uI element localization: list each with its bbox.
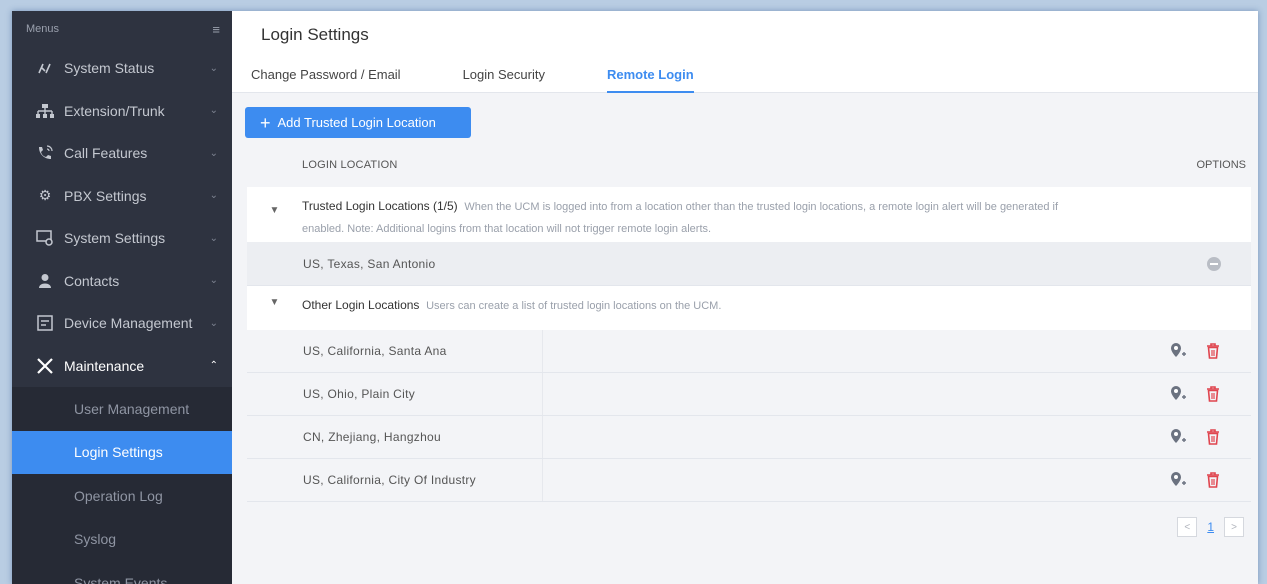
delete-trash-icon[interactable] [1205,342,1221,360]
page-number[interactable]: 1 [1207,520,1214,534]
network-icon [34,103,56,119]
sidebar-item-label: Call Features [64,145,148,162]
caret-down-icon[interactable]: ▼ [247,295,302,321]
sidebar-item-device-management[interactable]: Device Management ⌄ [12,302,232,345]
sidebar: Menus ≡ System Status ⌄ Extension/Trunk … [12,11,232,584]
sidebar-item-system-status[interactable]: System Status ⌄ [12,47,232,90]
location-cell: US, Ohio, Plain City [287,373,543,415]
add-location-pin-icon[interactable] [1169,428,1187,446]
sidebar-item-label: System Settings [64,230,166,247]
phone-icon [34,144,56,162]
sidebar-item-label: Contacts [64,272,120,289]
sidebar-item-label: Device Management [64,315,193,332]
sidebar-item-label: Extension/Trunk [64,102,165,119]
main-content: Login Settings Change Password / Email L… [232,11,1258,584]
column-header-options: OPTIONS [1196,159,1246,171]
chevron-up-icon: ⌃ [209,360,218,372]
chevron-down-icon: ⌄ [209,105,218,117]
add-location-pin-icon[interactable] [1169,385,1187,403]
next-page-button[interactable]: > [1224,517,1244,537]
chevron-down-icon: ⌄ [209,275,218,287]
group-title: Trusted Login Locations (1/5) [302,199,458,213]
add-trusted-location-button[interactable]: + Add Trusted Login Location [245,107,471,138]
tab-remote-login[interactable]: Remote Login [606,67,694,93]
sidebar-sub-user-management[interactable]: User Management [12,387,232,431]
location-cell: US, California, City Of Industry [287,459,543,501]
gear-icon: ⚙ [38,187,52,204]
table-row: US, California, City Of Industry [247,459,1251,502]
sidebar-item-system-settings[interactable]: System Settings ⌄ [12,217,232,260]
collapse-menu-icon[interactable]: ≡ [212,22,220,37]
sidebar-header: Menus ≡ [12,11,232,47]
sidebar-item-pbx-settings[interactable]: ⚙ PBX Settings ⌄ [12,175,232,218]
tab-login-security[interactable]: Login Security [463,67,545,93]
sidebar-item-label: System Status [64,60,155,77]
sidebar-sub-login-settings[interactable]: Login Settings [12,430,232,474]
person-icon [34,273,56,289]
sidebar-item-call-features[interactable]: Call Features ⌄ [12,132,232,175]
add-button-label: Add Trusted Login Location [277,115,436,130]
login-location-table: ▼ Trusted Login Locations (1/5) When the… [247,187,1251,502]
group-description: Users can create a list of trusted login… [426,300,722,312]
device-icon [34,315,56,331]
delete-trash-icon[interactable] [1205,428,1221,446]
prev-page-button[interactable]: < [1177,517,1198,537]
group-title: Other Login Locations [302,298,420,312]
tab-bar: Change Password / Email Login Security R… [251,67,756,93]
chevron-down-icon: ⌄ [209,232,218,244]
sidebar-item-label: Maintenance [64,357,145,374]
chevron-down-icon: ⌄ [209,190,218,202]
chevron-down-icon: ⌄ [209,147,218,159]
caret-down-icon[interactable]: ▼ [247,196,302,233]
group-trusted-locations[interactable]: ▼ Trusted Login Locations (1/5) When the… [247,187,1251,242]
page-header: Login Settings Change Password / Email L… [232,11,1258,93]
page-title: Login Settings [261,25,369,44]
table-row: US, Texas, San Antonio [247,242,1251,286]
add-location-pin-icon[interactable] [1169,471,1187,489]
settings-panel-icon [34,230,56,246]
table-row: US, Ohio, Plain City [247,373,1251,416]
location-cell: US, California, Santa Ana [287,330,543,372]
location-cell: US, Texas, San Antonio [287,242,543,285]
sidebar-sub-operation-log[interactable]: Operation Log [12,474,232,518]
sidebar-sub-system-events[interactable]: System Events [12,561,232,584]
pagination: < 1 > [1177,517,1244,537]
plus-icon: + [260,112,271,133]
delete-trash-icon[interactable] [1205,471,1221,489]
table-row: US, California, Santa Ana [247,330,1251,373]
sidebar-item-label: PBX Settings [64,187,147,204]
chevron-down-icon: ⌄ [209,317,218,329]
tab-change-password-email[interactable]: Change Password / Email [251,67,401,93]
chevron-down-icon: ⌄ [209,62,218,74]
delete-trash-icon[interactable] [1205,385,1221,403]
group-other-locations[interactable]: ▼ Other Login Locations Users can create… [247,286,1251,330]
gauge-icon [34,62,56,74]
sidebar-sub-syslog[interactable]: Syslog [12,517,232,561]
table-row: CN, Zhejiang, Hangzhou [247,416,1251,459]
tools-icon [34,357,56,375]
app-window: Menus ≡ System Status ⌄ Extension/Trunk … [12,11,1258,584]
sidebar-item-maintenance[interactable]: Maintenance ⌃ [12,345,232,388]
sidebar-item-contacts[interactable]: Contacts ⌄ [12,260,232,303]
add-location-pin-icon[interactable] [1169,342,1187,360]
column-header-location: LOGIN LOCATION [302,159,398,171]
sidebar-title: Menus [26,23,60,35]
remove-circle-icon[interactable] [1207,256,1221,271]
location-cell: CN, Zhejiang, Hangzhou [287,416,543,458]
sidebar-item-extension-trunk[interactable]: Extension/Trunk ⌄ [12,90,232,133]
